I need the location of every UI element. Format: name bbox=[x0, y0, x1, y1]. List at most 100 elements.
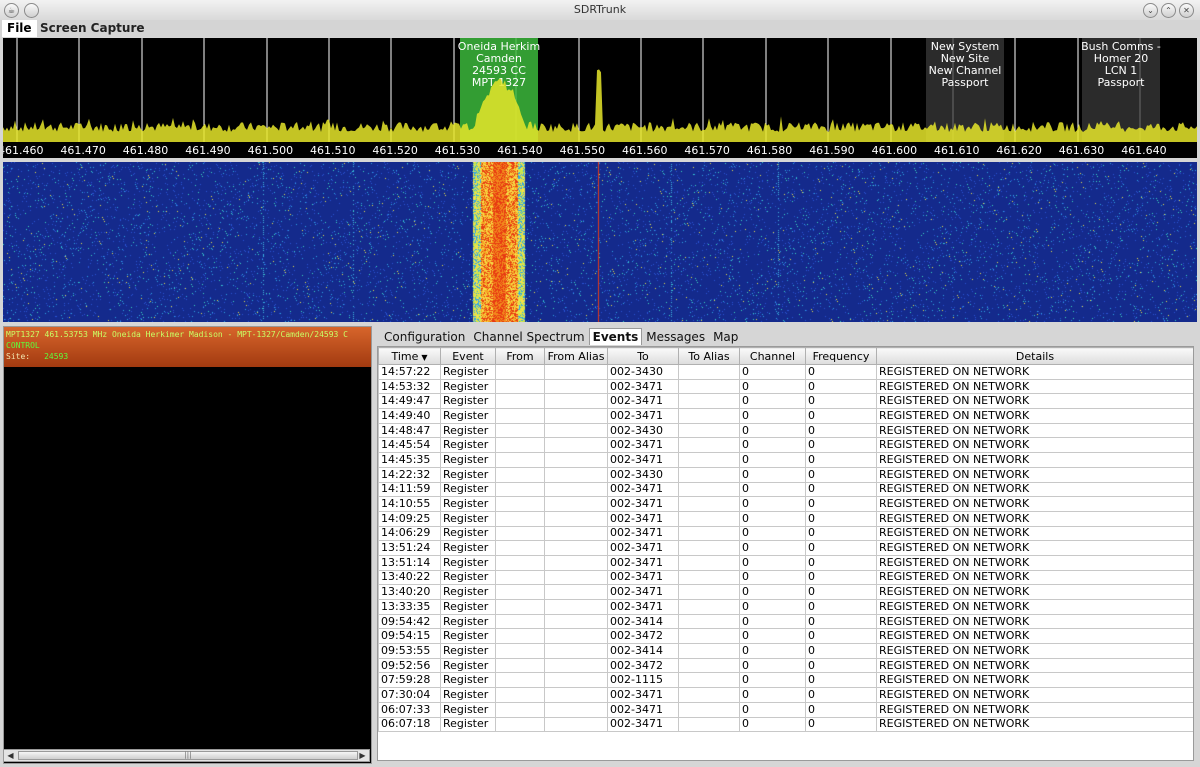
tab-events[interactable]: Events bbox=[588, 328, 643, 345]
table-cell bbox=[678, 437, 740, 454]
table-cell: REGISTERED ON NETWORK bbox=[876, 672, 1193, 689]
column-header-details[interactable]: Details bbox=[876, 347, 1193, 365]
table-row[interactable]: 14:22:32 Register 002-3430 0 0 REGISTERED ON … bbox=[378, 466, 1193, 483]
column-header-from[interactable]: From bbox=[495, 347, 545, 365]
table-cell: 002-3471 bbox=[607, 452, 679, 468]
table-row[interactable]: 13:40:20 Register 002-3471 0 0 REGISTERED ON … bbox=[378, 584, 1193, 600]
table-cell: Register bbox=[440, 408, 496, 424]
table-row[interactable]: 14:09:25 Register 002-3471 0 0 REGISTERED ON … bbox=[378, 510, 1193, 527]
table-row[interactable]: 13:51:14 Register 002-3471 0 0 REGISTERED ON … bbox=[378, 554, 1193, 571]
table-cell: Register bbox=[440, 378, 496, 395]
tab-messages[interactable]: Messages bbox=[642, 328, 709, 345]
table-row[interactable]: 14:45:54 Register 002-3471 0 0 REGISTERED ON … bbox=[378, 437, 1193, 454]
table-cell: 0 bbox=[739, 628, 806, 645]
table-cell bbox=[544, 540, 608, 556]
frequency-tick-label: 461.610 bbox=[934, 144, 980, 157]
table-cell bbox=[495, 422, 545, 439]
table-row[interactable]: 09:53:55 Register 002-3414 0 0 REGISTERED ON … bbox=[378, 643, 1193, 659]
table-cell bbox=[678, 657, 740, 674]
table-cell: 002-3414 bbox=[607, 613, 679, 630]
table-cell: 09:52:56 bbox=[378, 657, 441, 674]
table-cell bbox=[678, 525, 740, 542]
table-row[interactable]: 06:07:18 Register 002-3471 0 0 REGISTERED ON … bbox=[378, 716, 1193, 733]
table-cell bbox=[495, 510, 545, 527]
table-row[interactable]: 07:30:04 Register 002-3471 0 0 REGISTERED ON … bbox=[378, 687, 1193, 703]
table-cell: 09:54:15 bbox=[378, 628, 441, 645]
table-cell bbox=[495, 481, 545, 498]
table-cell: 13:51:24 bbox=[378, 540, 441, 556]
table-row[interactable]: 13:51:24 Register 002-3471 0 0 REGISTERED ON … bbox=[378, 540, 1193, 556]
frequency-tick-label: 461.560 bbox=[622, 144, 668, 157]
table-cell: 14:22:32 bbox=[378, 466, 441, 483]
table-row[interactable]: 14:48:47 Register 002-3430 0 0 REGISTERED ON … bbox=[378, 422, 1193, 439]
column-header-from-alias[interactable]: From Alias bbox=[544, 347, 608, 365]
spectrum-display[interactable]: Oneida HerkimCamden24593 CCMPT 1327New S… bbox=[3, 38, 1197, 142]
table-row[interactable]: 14:57:22 Register 002-3430 0 0 REGISTERED ON … bbox=[378, 364, 1193, 380]
minimize-icon[interactable]: ⌄ bbox=[1143, 3, 1158, 18]
table-cell: 0 bbox=[739, 364, 806, 380]
table-cell bbox=[495, 452, 545, 468]
table-row[interactable]: 07:59:28 Register 002-1115 0 0 REGISTERED ON … bbox=[378, 672, 1193, 689]
table-row[interactable]: 13:40:22 Register 002-3471 0 0 REGISTERED ON … bbox=[378, 569, 1193, 586]
table-row[interactable]: 14:53:32 Register 002-3471 0 0 REGISTERED ON … bbox=[378, 378, 1193, 395]
table-cell bbox=[544, 452, 608, 468]
sort-descending-icon: ▼ bbox=[421, 352, 428, 362]
table-row[interactable]: 09:54:42 Register 002-3414 0 0 REGISTERED ON … bbox=[378, 613, 1193, 630]
table-cell: 0 bbox=[739, 437, 806, 454]
table-cell: REGISTERED ON NETWORK bbox=[876, 599, 1193, 615]
table-cell: 0 bbox=[739, 540, 806, 556]
column-header-to-alias[interactable]: To Alias bbox=[678, 347, 740, 365]
channel-list-panel[interactable]: MPT1327 461.53753 MHz Oneida Herkimer Ma… bbox=[3, 326, 372, 764]
scroll-thumb[interactable]: ||| bbox=[18, 751, 358, 760]
table-row[interactable]: 06:07:33 Register 002-3471 0 0 REGISTERED ON … bbox=[378, 701, 1193, 718]
table-cell bbox=[495, 569, 545, 586]
table-row[interactable]: 14:45:35 Register 002-3471 0 0 REGISTERED ON … bbox=[378, 452, 1193, 468]
close-icon[interactable]: ✕ bbox=[1179, 3, 1194, 18]
table-row[interactable]: 13:33:35 Register 002-3471 0 0 REGISTERED ON … bbox=[378, 599, 1193, 615]
scroll-left-icon[interactable]: ◀ bbox=[5, 750, 16, 761]
table-cell: Register bbox=[440, 510, 496, 527]
column-header-label: Time bbox=[391, 349, 419, 363]
table-cell: REGISTERED ON NETWORK bbox=[876, 716, 1193, 733]
menu-file[interactable]: File bbox=[2, 20, 37, 37]
table-row[interactable]: 14:10:55 Register 002-3471 0 0 REGISTERED ON … bbox=[378, 496, 1193, 512]
table-cell: 07:30:04 bbox=[378, 687, 441, 703]
table-row[interactable]: 14:49:40 Register 002-3471 0 0 REGISTERED ON … bbox=[378, 408, 1193, 424]
scroll-right-icon[interactable]: ▶ bbox=[357, 750, 368, 761]
events-table-container[interactable]: Time ▼ Event From From Alias To To Alias Channe… bbox=[377, 346, 1194, 761]
column-header-frequency[interactable]: Frequency bbox=[805, 347, 877, 365]
horizontal-scrollbar[interactable]: ◀ ||| ▶ bbox=[3, 749, 370, 762]
maximize-icon[interactable]: ⌃ bbox=[1161, 3, 1176, 18]
column-header-event[interactable]: Event bbox=[440, 347, 496, 365]
table-cell bbox=[678, 716, 740, 733]
table-cell bbox=[544, 408, 608, 424]
table-row[interactable]: 09:54:15 Register 002-3472 0 0 REGISTERED ON … bbox=[378, 628, 1193, 645]
title-bar: ☕ SDRTrunk ⌄ ⌃ ✕ bbox=[0, 0, 1200, 21]
table-cell: 0 bbox=[739, 393, 806, 410]
waterfall-display[interactable] bbox=[3, 162, 1197, 322]
table-cell: Register bbox=[440, 569, 496, 586]
table-cell: 0 bbox=[739, 657, 806, 674]
table-row[interactable]: 14:49:47 Register 002-3471 0 0 REGISTERED ON … bbox=[378, 393, 1193, 410]
channel-entry[interactable]: MPT1327 461.53753 MHz Oneida Herkimer Ma… bbox=[4, 327, 371, 367]
table-row[interactable]: 14:06:29 Register 002-3471 0 0 REGISTERED ON … bbox=[378, 525, 1193, 542]
frequency-tick-label: 461.640 bbox=[1121, 144, 1167, 157]
tab-map[interactable]: Map bbox=[709, 328, 742, 345]
menu-screen-capture[interactable]: Screen Capture bbox=[35, 20, 150, 37]
table-cell: 0 bbox=[739, 643, 806, 659]
events-table: Time ▼ Event From From Alias To To Alias Channe… bbox=[378, 347, 1193, 733]
column-header-time[interactable]: Time ▼ bbox=[378, 347, 441, 365]
tab-configuration[interactable]: Configuration bbox=[380, 328, 469, 345]
table-cell: Register bbox=[440, 716, 496, 733]
table-row[interactable]: 14:11:59 Register 002-3471 0 0 REGISTERED ON … bbox=[378, 481, 1193, 498]
tab-channel-spectrum[interactable]: Channel Spectrum bbox=[469, 328, 588, 345]
table-cell: Register bbox=[440, 481, 496, 498]
column-header-channel[interactable]: Channel bbox=[739, 347, 806, 365]
table-cell: REGISTERED ON NETWORK bbox=[876, 466, 1193, 483]
table-cell: 13:33:35 bbox=[378, 599, 441, 615]
table-cell: REGISTERED ON NETWORK bbox=[876, 540, 1193, 556]
table-cell: 0 bbox=[805, 510, 877, 527]
table-cell bbox=[678, 672, 740, 689]
column-header-to[interactable]: To bbox=[607, 347, 679, 365]
table-row[interactable]: 09:52:56 Register 002-3472 0 0 REGISTERED ON … bbox=[378, 657, 1193, 674]
